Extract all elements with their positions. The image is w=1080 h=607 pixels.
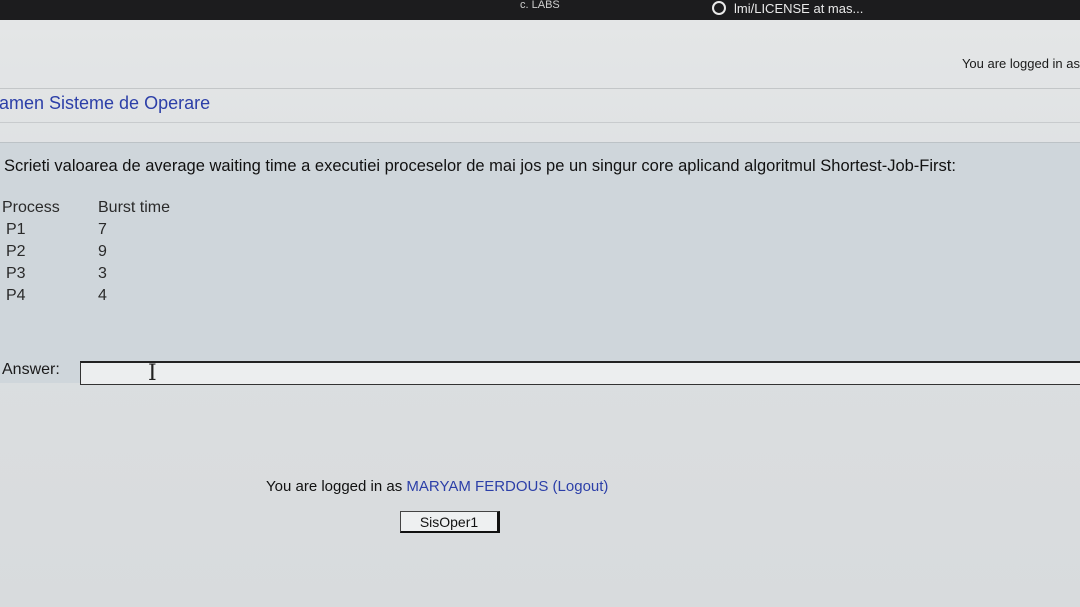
bookmark-item-license[interactable]: lmi/LICENSE at mas... [712, 0, 863, 16]
burst-time-cell: 7 [98, 221, 107, 238]
table-row: P4 4 [2, 287, 170, 309]
moodle-page: You are logged in as xamen Sisteme de Op… [0, 20, 1080, 607]
user-profile-link[interactable]: MARYAM FERDOUS [406, 478, 548, 495]
course-home-button[interactable]: SisOper1 [400, 511, 500, 533]
column-header-process: Process [2, 199, 60, 216]
logged-in-prefix: You are logged in as [266, 478, 403, 495]
table-header-row: Process Burst time [2, 199, 170, 221]
bookmark-item-labs[interactable]: c. LABS [520, 0, 690, 10]
process-table: Process Burst time P1 7 P2 9 P3 3 P4 4 [2, 199, 170, 309]
bookmark-label: lmi/LICENSE at mas... [734, 0, 864, 16]
divider [0, 122, 1080, 123]
burst-time-cell: 4 [98, 287, 107, 304]
footer-login-info: You are logged in as MARYAM FERDOUS (Log… [266, 478, 608, 495]
course-title-link[interactable]: xamen Sisteme de Operare [0, 93, 210, 114]
process-cell: P1 [6, 221, 26, 238]
process-cell: P2 [6, 243, 26, 260]
process-cell: P4 [6, 287, 26, 304]
logout-link[interactable]: (Logout) [553, 478, 609, 495]
burst-time-cell: 9 [98, 243, 107, 260]
table-row: P3 3 [2, 265, 170, 287]
divider [0, 88, 1080, 89]
question-text: Scrieti valoarea de average waiting time… [4, 157, 956, 175]
process-cell: P3 [6, 265, 26, 282]
text-cursor-icon: I [148, 361, 157, 386]
answer-label: Answer: [2, 361, 60, 378]
github-icon [712, 1, 726, 15]
burst-time-cell: 3 [98, 265, 107, 282]
browser-bookmarks-bar: c. LABS lmi/LICENSE at mas... [0, 0, 1080, 20]
answer-input[interactable] [80, 361, 1080, 385]
table-row: P1 7 [2, 221, 170, 243]
column-header-burst-time: Burst time [98, 199, 171, 216]
question-box: Scrieti valoarea de average waiting time… [0, 142, 1080, 386]
table-row: P2 9 [2, 243, 170, 265]
login-info-top: You are logged in as [961, 56, 1080, 71]
